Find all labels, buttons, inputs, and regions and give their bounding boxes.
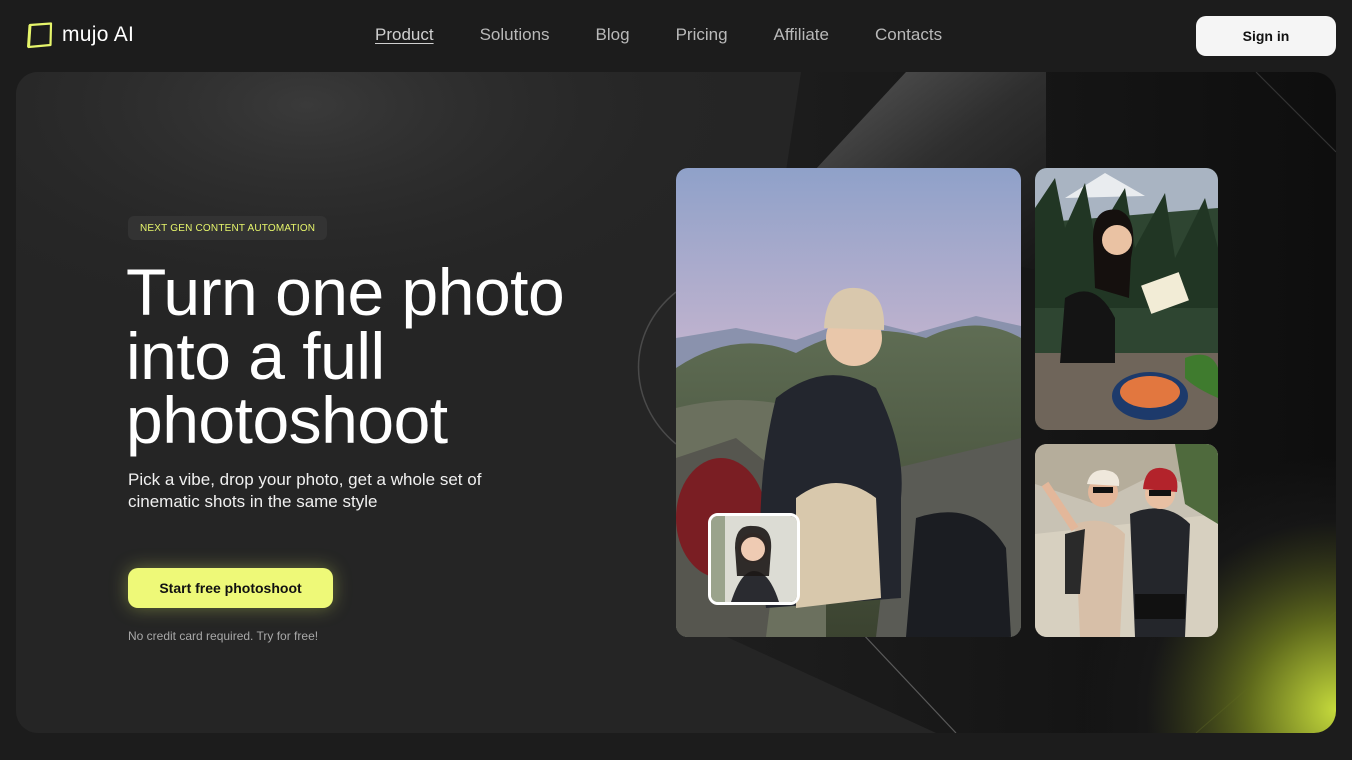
start-photoshoot-button[interactable]: Start free photoshoot (128, 568, 333, 608)
hero-badge: NEXT GEN CONTENT AUTOMATION (128, 216, 328, 240)
nav-product[interactable]: Product (375, 24, 434, 46)
hero-section: NEXT GEN CONTENT AUTOMATION Turn one pho… (16, 72, 1336, 733)
hikers-duo-photo (1035, 444, 1218, 637)
nav-solutions[interactable]: Solutions (480, 24, 550, 46)
nav-affiliate[interactable]: Affiliate (774, 24, 829, 46)
brand-logo[interactable]: mujo AI (27, 21, 134, 49)
mujo-logo-icon (27, 21, 53, 48)
site-header: mujo AI Product Solutions Blog Pricing A… (0, 0, 1352, 72)
main-nav: Product Solutions Blog Pricing Affiliate… (375, 24, 988, 46)
hero-subhead: Pick a vibe, drop your photo, get a whol… (128, 470, 482, 511)
hero-headline: Turn one photo into a full photoshoot (126, 255, 565, 457)
brand-name: mujo AI (62, 23, 135, 46)
no-credit-card-note: No credit card required. Try for free! (128, 629, 319, 643)
nav-contacts[interactable]: Contacts (875, 24, 942, 46)
sign-in-button[interactable]: Sign in (1196, 16, 1336, 56)
picnic-reading-photo (1035, 168, 1218, 430)
source-selfie-thumbnail (708, 513, 800, 605)
nav-pricing[interactable]: Pricing (676, 24, 728, 46)
nav-blog[interactable]: Blog (596, 24, 630, 46)
